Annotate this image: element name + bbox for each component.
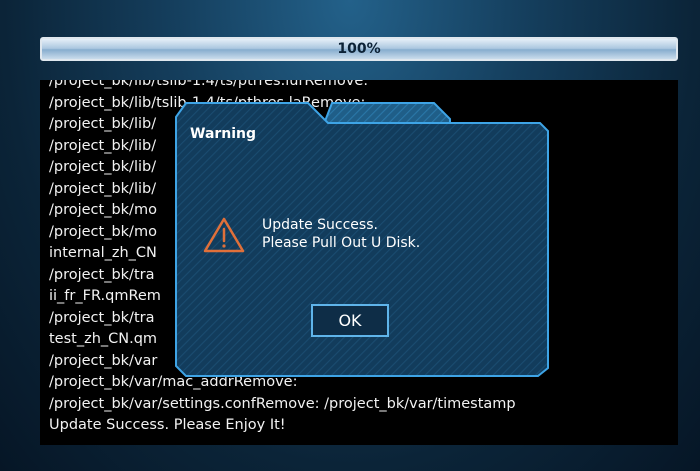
dialog-message: Update Success. Please Pull Out U Disk. xyxy=(262,216,420,252)
log-line: Update Success. Please Enjoy It! xyxy=(49,417,286,433)
dialog-message-line: Please Pull Out U Disk. xyxy=(262,235,421,251)
warning-dialog: Warning Update Success. Please Pull Out … xyxy=(172,93,552,378)
log-line: /project_bk/lib/tslib-1.4/ts/ptrres.iurR… xyxy=(49,80,369,89)
dialog-message-line: Update Success. xyxy=(262,217,378,233)
log-line: /project_bk/var/settings.confRemove: /pr… xyxy=(49,395,516,412)
progress-label: 100% xyxy=(337,41,381,57)
ok-button[interactable]: OK xyxy=(311,304,389,337)
dialog-title: Warning xyxy=(190,126,257,142)
progress-bar: 100% xyxy=(40,37,678,61)
